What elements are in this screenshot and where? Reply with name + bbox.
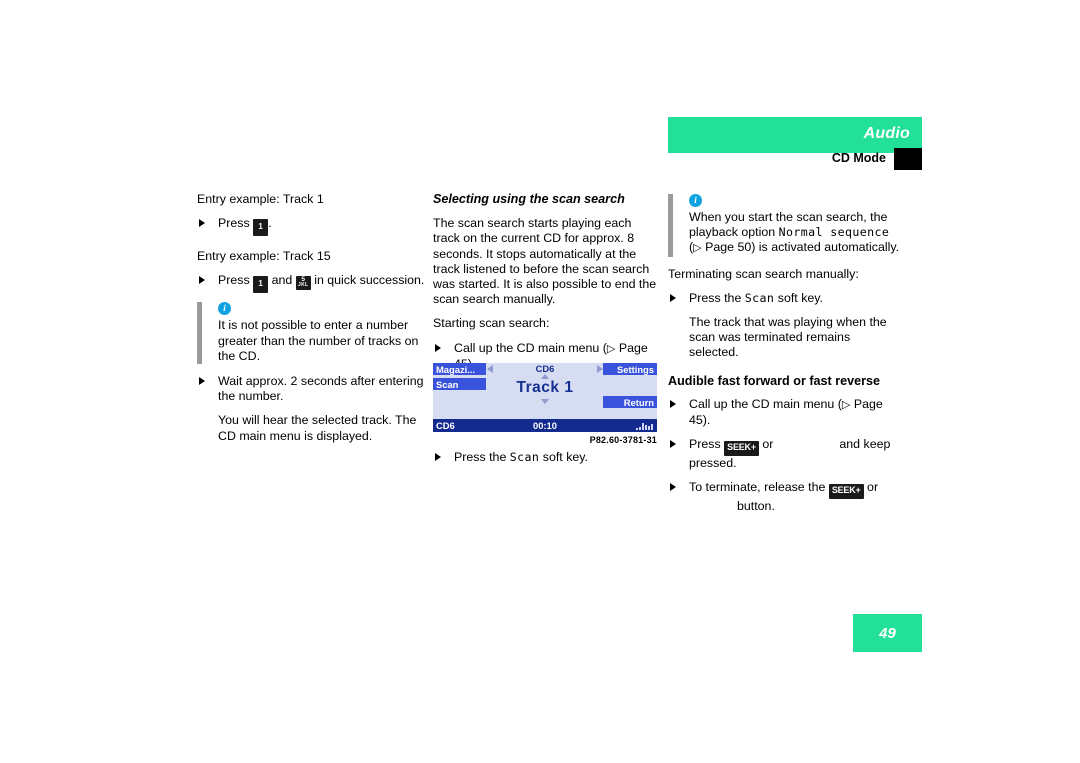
middle-column: Selecting using the scan search The scan… <box>433 192 658 381</box>
bullet-triangle-icon <box>199 377 205 386</box>
page-ref-triangle-icon: ▷ <box>693 242 702 255</box>
level-meter-bar <box>645 425 647 430</box>
chapter-marker <box>894 148 922 170</box>
page-reference: Page 50 <box>705 240 752 255</box>
step-text-suffix: button. <box>737 499 775 514</box>
display-down-arrow-icon[interactable] <box>541 399 549 404</box>
radio-display-screen: CD6 Track 1 Magazi... Scan Settings Retu… <box>433 363 657 419</box>
middle-paragraph: The scan search starts playing each trac… <box>433 216 657 307</box>
figure-caption: P82.60-3781-31 <box>589 435 657 445</box>
right-column: i When you start the scan search, the pl… <box>668 192 900 524</box>
display-left-arrow-icon[interactable] <box>487 365 493 373</box>
note-rule <box>668 194 673 257</box>
step-press-scan-softkey-right: Press the Scan soft key. <box>668 291 900 306</box>
note-line-1: When you start the scan search, the <box>689 210 888 224</box>
step-text-mid: and <box>271 273 293 288</box>
step-text: Press <box>218 216 250 231</box>
figure-cd-display: CD6 Track 1 Magazi... Scan Settings Retu… <box>433 363 657 445</box>
seek-minus-key-placeholder <box>689 499 737 512</box>
step-press-key-15: Press 1 and 5 JKL in quick succession. <box>197 273 429 294</box>
step-call-up-cd-menu-right: Call up the CD main menu (▷ Page 45). <box>668 397 900 428</box>
step-press-seek: Press SEEK+ or and keep pressed. <box>668 437 900 471</box>
step-text: Press <box>689 437 721 452</box>
step-text-mid: or <box>867 480 879 495</box>
bullet-triangle-icon <box>435 343 441 352</box>
middle-section-heading: Selecting using the scan search <box>433 192 625 206</box>
step-text-suffix: soft key. <box>542 450 588 464</box>
step-press-scan-softkey-mid: Press the Scan soft key. <box>433 450 658 465</box>
entry-example-15-heading: Entry example: Track 15 <box>197 249 331 264</box>
level-meter-bar <box>639 427 641 430</box>
left-column: Entry example: Track 1 Press 1. Entry ex… <box>197 192 429 453</box>
bullet-triangle-icon <box>670 440 676 449</box>
bullet-triangle-icon <box>435 453 441 461</box>
numeric-key-1: 1 <box>253 276 269 294</box>
step-press-key-1: Press 1. <box>197 216 429 237</box>
note-line-3: (▷ Page 50) is activated automatically. <box>689 240 900 256</box>
numeric-key-5-jkl: 5 JKL <box>295 276 311 291</box>
status-level-meter-icon <box>636 422 653 430</box>
page-ref-triangle-icon: ▷ <box>606 342 616 355</box>
bullet-triangle-icon <box>199 276 205 285</box>
step-wait: Wait approx. 2 seconds after entering th… <box>197 374 429 404</box>
page-title: Audio <box>863 125 910 142</box>
step-release-seek: To terminate, release the SEEK+ or button… <box>668 480 900 514</box>
display-status-bar: CD6 00:10 <box>433 419 657 432</box>
step-text: Call up the CD main menu ( <box>689 396 842 411</box>
bullet-triangle-icon <box>670 399 676 408</box>
level-meter-bar <box>636 428 638 430</box>
playback-option-value: Normal sequence <box>778 225 890 240</box>
middle-column-after-figure: Press the Scan soft key. <box>433 450 658 474</box>
section-title: CD Mode <box>831 151 886 165</box>
level-meter-bar <box>642 423 644 430</box>
note-box-normal-sequence: i When you start the scan search, the pl… <box>668 194 900 257</box>
info-icon: i <box>218 302 231 316</box>
softkey-return[interactable]: Return <box>603 396 657 408</box>
step-text: Press the <box>454 450 507 464</box>
result-text-left: You will hear the selected track. The CD… <box>218 413 417 443</box>
bullet-triangle-icon <box>199 219 205 228</box>
softkey-scan[interactable]: Scan <box>433 378 486 390</box>
numeric-key-5-letters: JKL <box>298 282 309 289</box>
step-text: Wait approx. 2 seconds after entering th… <box>218 374 424 404</box>
step-text-suffix: soft key. <box>777 290 823 305</box>
entry-example-1-heading: Entry example: Track 1 <box>197 192 324 206</box>
step-text-suffix: . <box>268 216 272 231</box>
numeric-key-1: 1 <box>253 219 269 237</box>
bullet-triangle-icon <box>670 483 676 492</box>
step-text: Call up the CD main menu ( <box>454 340 607 355</box>
note-rule <box>197 302 202 365</box>
level-meter-bar <box>651 424 653 430</box>
starting-scan-label: Starting scan search: <box>433 316 550 331</box>
page-number: 49 <box>853 614 922 652</box>
right-section-heading: Audible fast forward or fast reverse <box>668 373 881 388</box>
softkey-name-scan: Scan <box>744 290 775 305</box>
note-line-3-suffix: ) is activated automatically. <box>751 240 900 255</box>
bullet-triangle-icon <box>670 293 676 302</box>
step-text-mid: or <box>762 437 774 452</box>
seek-plus-key: SEEK+ <box>828 484 864 500</box>
seek-plus-key: SEEK+ <box>724 441 759 457</box>
seek-minus-key-placeholder <box>773 437 839 450</box>
info-icon: i <box>689 194 702 207</box>
softkey-settings[interactable]: Settings <box>603 363 657 375</box>
note-line-2: playback option Normal sequence <box>689 225 900 240</box>
step-text: Press <box>218 273 250 288</box>
note-text: It is not possible to enter a number gre… <box>218 318 419 363</box>
terminating-scan-label: Terminating scan search manually: <box>668 266 859 281</box>
level-meter-bar <box>648 426 650 430</box>
status-time-label: 00:10 <box>533 420 557 431</box>
step-text-suffix: in quick succession. <box>314 273 425 288</box>
step-text: Press the <box>689 290 742 305</box>
note-box-track-limit: i It is not possible to enter a number g… <box>197 302 429 365</box>
subheader-row: CD Mode <box>668 148 922 170</box>
note-line-2-text: playback option <box>689 225 776 240</box>
step-text-suffix: ). <box>702 413 711 428</box>
result-text-right: The track that was playing when the scan… <box>689 315 887 360</box>
page-ref-triangle-icon: ▷ <box>841 398 851 411</box>
step-text: To terminate, release the <box>689 480 826 495</box>
softkey-magazine[interactable]: Magazi... <box>433 363 486 375</box>
softkey-name-scan: Scan <box>509 450 540 464</box>
